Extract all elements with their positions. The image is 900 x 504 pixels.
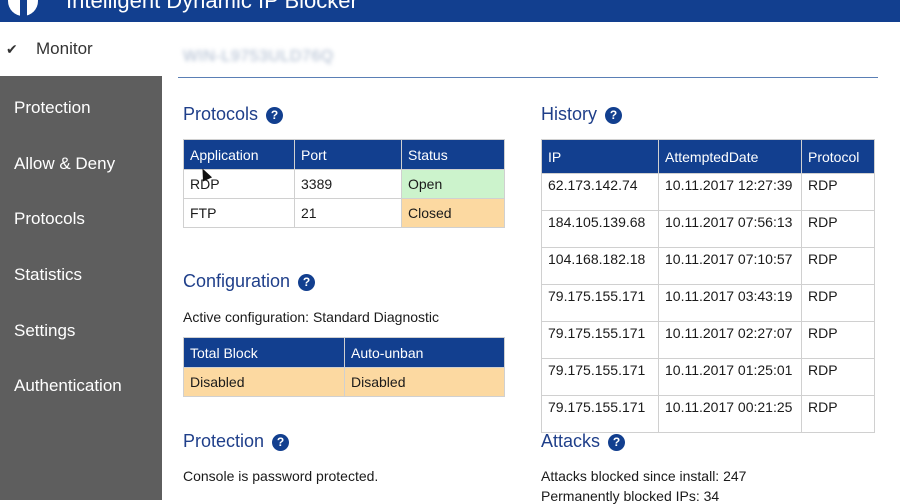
title-bar: Intelligent Dynamic IP Blocker bbox=[0, 0, 900, 22]
configuration-section-title: Configuration? bbox=[183, 271, 316, 292]
protocol-cell: RDP bbox=[801, 210, 875, 248]
date-cell: 10.11.2017 12:27:39 bbox=[658, 173, 802, 211]
protocol-cell: RDP bbox=[801, 358, 875, 396]
attacks-since-install-text: Attacks blocked since install: 247 bbox=[541, 468, 747, 484]
column-header: Status bbox=[401, 139, 505, 170]
table-row: 79.175.155.171 10.11.2017 00:21:25 RDP bbox=[541, 395, 875, 433]
sidebar-item-label: Settings bbox=[14, 321, 76, 340]
column-header: AttemptedDate bbox=[658, 139, 802, 174]
help-icon[interactable]: ? bbox=[608, 433, 626, 451]
ip-cell: 79.175.155.171 bbox=[541, 395, 659, 433]
table-row: FTP 21 Closed bbox=[183, 198, 505, 228]
sidebar-item-label: Allow & Deny bbox=[14, 154, 116, 173]
table-row: 79.175.155.171 10.11.2017 03:43:19 RDP bbox=[541, 284, 875, 322]
table-row: Disabled Disabled bbox=[183, 367, 505, 397]
column-header: Total Block bbox=[183, 337, 345, 368]
date-cell: 10.11.2017 07:56:13 bbox=[658, 210, 802, 248]
date-cell: 10.11.2017 02:27:07 bbox=[658, 321, 802, 359]
sidebar-item-label: Protocols bbox=[14, 209, 85, 228]
protocols-section-title: Protocols? bbox=[183, 104, 284, 125]
divider bbox=[178, 77, 878, 78]
sidebar: ✔ Monitor Protection Allow & Deny Protoc… bbox=[0, 22, 162, 500]
table-row: 79.175.155.171 10.11.2017 02:27:07 RDP bbox=[541, 321, 875, 359]
column-header: IP bbox=[541, 139, 659, 174]
ip-cell: 79.175.155.171 bbox=[541, 284, 659, 322]
sidebar-item-label: Statistics bbox=[14, 265, 83, 284]
help-icon[interactable]: ? bbox=[298, 273, 316, 291]
column-header: Application bbox=[183, 139, 295, 170]
sidebar-item-label: Monitor bbox=[36, 39, 93, 58]
table-row: RDP 3389 Open bbox=[183, 169, 505, 199]
ip-cell: 62.173.142.74 bbox=[541, 173, 659, 211]
protocol-cell: RDP bbox=[801, 247, 875, 285]
ip-cell: 184.105.139.68 bbox=[541, 210, 659, 248]
sidebar-item-allow-deny[interactable]: Allow & Deny bbox=[0, 136, 162, 192]
sidebar-item-label: Authentication bbox=[14, 376, 122, 395]
sidebar-item-protection[interactable]: Protection bbox=[0, 80, 162, 136]
protocol-cell: RDP bbox=[801, 284, 875, 322]
configuration-table: Total Block Auto-unban Disabled Disabled bbox=[183, 337, 505, 397]
table-row: 184.105.139.68 10.11.2017 07:56:13 RDP bbox=[541, 210, 875, 248]
protection-section-title: Protection? bbox=[183, 431, 290, 452]
ip-cell: 104.168.182.18 bbox=[541, 247, 659, 285]
sidebar-item-statistics[interactable]: Statistics bbox=[0, 247, 162, 303]
attacks-section-title: Attacks? bbox=[541, 431, 626, 452]
column-header: Auto-unban bbox=[344, 337, 505, 368]
app-title: Intelligent Dynamic IP Blocker bbox=[66, 0, 358, 13]
column-header: Protocol bbox=[801, 139, 875, 174]
history-table: IP AttemptedDate Protocol 62.173.142.74 … bbox=[541, 139, 875, 433]
status-cell: Open bbox=[401, 169, 505, 199]
host-name: WIN-L9753ULD76Q bbox=[183, 48, 334, 65]
protocol-cell: RDP bbox=[801, 395, 875, 433]
sidebar-item-monitor[interactable]: ✔ Monitor bbox=[0, 22, 162, 76]
protocols-table: Application Port Status RDP 3389 Open FT… bbox=[183, 139, 505, 228]
port-cell: 3389 bbox=[294, 169, 402, 199]
table-row: 79.175.155.171 10.11.2017 01:25:01 RDP bbox=[541, 358, 875, 396]
date-cell: 10.11.2017 07:10:57 bbox=[658, 247, 802, 285]
permanently-blocked-text: Permanently blocked IPs: 34 bbox=[541, 488, 720, 504]
ip-cell: 79.175.155.171 bbox=[541, 321, 659, 359]
date-cell: 10.11.2017 01:25:01 bbox=[658, 358, 802, 396]
table-row: 62.173.142.74 10.11.2017 12:27:39 RDP bbox=[541, 173, 875, 211]
sidebar-item-label: Protection bbox=[14, 98, 91, 117]
protection-status-text: Console is password protected. bbox=[183, 468, 379, 484]
section-title-text: Attacks bbox=[541, 431, 601, 451]
total-block-cell: Disabled bbox=[183, 367, 345, 397]
sidebar-item-protocols[interactable]: Protocols bbox=[0, 191, 162, 247]
section-title-text: History bbox=[541, 104, 598, 124]
date-cell: 10.11.2017 03:43:19 bbox=[658, 284, 802, 322]
column-header: Port bbox=[294, 139, 402, 170]
section-title-text: Configuration bbox=[183, 271, 291, 291]
ip-cell: 79.175.155.171 bbox=[541, 358, 659, 396]
section-title-text: Protection bbox=[183, 431, 265, 451]
help-icon[interactable]: ? bbox=[266, 106, 284, 124]
date-cell: 10.11.2017 00:21:25 bbox=[658, 395, 802, 433]
table-row: 104.168.182.18 10.11.2017 07:10:57 RDP bbox=[541, 247, 875, 285]
checkmark-icon: ✔ bbox=[6, 41, 18, 57]
help-icon[interactable]: ? bbox=[272, 433, 290, 451]
application-cell: FTP bbox=[183, 198, 295, 228]
protocol-cell: RDP bbox=[801, 321, 875, 359]
status-cell: Closed bbox=[401, 198, 505, 228]
protocol-cell: RDP bbox=[801, 173, 875, 211]
shield-logo-icon bbox=[8, 0, 38, 16]
help-icon[interactable]: ? bbox=[605, 106, 623, 124]
history-section-title: History? bbox=[541, 104, 623, 125]
sidebar-item-authentication[interactable]: Authentication bbox=[0, 358, 162, 414]
sidebar-item-settings[interactable]: Settings bbox=[0, 303, 162, 359]
section-title-text: Protocols bbox=[183, 104, 259, 124]
auto-unban-cell: Disabled bbox=[344, 367, 505, 397]
active-configuration-text: Active configuration: Standard Diagnosti… bbox=[183, 309, 440, 325]
port-cell: 21 bbox=[294, 198, 402, 228]
